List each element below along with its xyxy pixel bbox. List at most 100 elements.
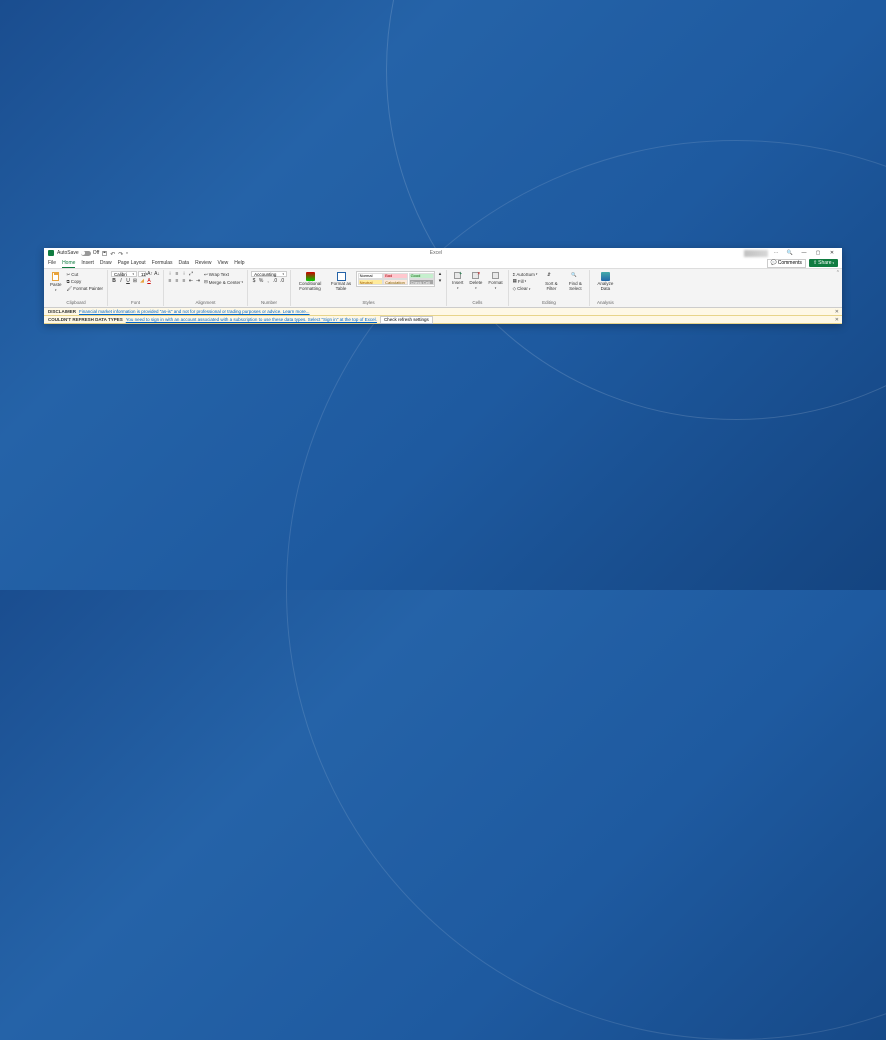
fill-button[interactable]: ▦Fill▾ bbox=[512, 278, 539, 285]
number-format-select[interactable]: Accounting▾ bbox=[251, 271, 287, 277]
autosave-toggle[interactable]: AutoSave Off bbox=[57, 250, 99, 256]
tab-home[interactable]: Home bbox=[62, 259, 75, 268]
increase-font-icon[interactable]: A↑ bbox=[147, 271, 153, 277]
redo-icon[interactable]: ↷ bbox=[118, 251, 123, 256]
align-right-icon[interactable]: ≡ bbox=[181, 278, 187, 284]
bold-button[interactable]: B bbox=[111, 278, 117, 284]
cell-styles-gallery[interactable]: Normal Bad Good Neutral Calculation Chec… bbox=[356, 271, 435, 287]
close-refresh-error-icon[interactable]: ✕ bbox=[835, 317, 839, 323]
titlebar: AutoSave Off ↶ ↷ ▾ Excel ⋯ 🔍 — ▢ ✕ bbox=[44, 248, 842, 258]
toggle-switch[interactable] bbox=[81, 251, 91, 256]
style-neutral[interactable]: Neutral bbox=[358, 279, 383, 285]
insert-icon bbox=[454, 272, 461, 279]
font-size-select[interactable]: 11▾ bbox=[138, 271, 146, 277]
merge-center-button[interactable]: ⊟Merge & Center▾ bbox=[203, 279, 244, 286]
autosave-state: Off bbox=[93, 250, 100, 256]
conditional-formatting-button[interactable]: Conditional Formatting bbox=[294, 271, 326, 292]
minimize-button[interactable]: — bbox=[798, 249, 810, 257]
border-button[interactable]: ⊞ bbox=[132, 278, 138, 284]
delete-cells-button[interactable]: Delete▾ bbox=[467, 271, 484, 291]
insert-cells-button[interactable]: Insert▾ bbox=[450, 271, 465, 291]
format-cells-button[interactable]: Format▾ bbox=[486, 271, 504, 291]
comments-button[interactable]: 💬 Comments bbox=[767, 259, 806, 268]
align-middle-icon[interactable]: ≡ bbox=[174, 271, 180, 277]
align-center-icon[interactable]: ≡ bbox=[174, 278, 180, 284]
brush-icon: 🖌 bbox=[67, 286, 73, 292]
sort-filter-button[interactable]: ⇵Sort & Filter bbox=[540, 271, 562, 292]
align-left-icon[interactable]: ≡ bbox=[167, 278, 173, 284]
tab-view[interactable]: View bbox=[218, 259, 229, 267]
check-refresh-settings-button[interactable]: Check refresh settings bbox=[380, 316, 433, 324]
indent-dec-icon[interactable]: ⇤ bbox=[188, 278, 194, 284]
table-icon bbox=[337, 272, 346, 281]
chevron-down-icon: ▾ bbox=[55, 288, 57, 292]
tab-insert[interactable]: Insert bbox=[81, 259, 94, 267]
group-label: Number bbox=[251, 300, 287, 305]
fill-color-button[interactable]: ◢ bbox=[139, 278, 145, 284]
group-number: Accounting▾ $ % , .0 .0 Number bbox=[248, 270, 291, 306]
maximize-button[interactable]: ▢ bbox=[812, 249, 824, 257]
copy-button[interactable]: ⧉Copy bbox=[66, 279, 104, 285]
tab-file[interactable]: File bbox=[48, 259, 56, 267]
paste-label: Paste bbox=[50, 282, 62, 287]
share-icon: ⇧ bbox=[813, 260, 817, 266]
group-label: Analysis bbox=[593, 300, 617, 305]
underline-button[interactable]: U bbox=[125, 278, 131, 284]
comma-icon[interactable]: , bbox=[265, 278, 271, 284]
search-icon[interactable]: 🔍 bbox=[784, 249, 796, 257]
align-top-icon[interactable]: ⁝ bbox=[167, 271, 173, 277]
share-button[interactable]: ⇧ Share ▾ bbox=[809, 259, 838, 267]
style-bad[interactable]: Bad bbox=[383, 273, 408, 279]
refresh-error-text[interactable]: You need to sign in with an account asso… bbox=[126, 317, 377, 322]
qat-dropdown-icon[interactable]: ▾ bbox=[126, 251, 128, 255]
font-color-button[interactable]: A bbox=[146, 278, 152, 284]
style-normal[interactable]: Normal bbox=[358, 273, 383, 279]
clear-button[interactable]: ◇Clear▾ bbox=[512, 285, 539, 292]
tab-page-layout[interactable]: Page Layout bbox=[118, 259, 146, 267]
orientation-icon[interactable]: ⤢ bbox=[188, 271, 194, 277]
excel-icon bbox=[48, 250, 54, 256]
tab-review[interactable]: Review bbox=[195, 259, 211, 267]
font-name-select[interactable]: Calibri▾ bbox=[111, 271, 137, 277]
format-painter-button[interactable]: 🖌Format Painter bbox=[66, 285, 104, 292]
wrap-text-button[interactable]: ↩Wrap Text bbox=[203, 271, 244, 278]
style-good[interactable]: Good bbox=[409, 273, 434, 279]
disclaimer-title: DISCLAIMER bbox=[48, 309, 76, 314]
close-disclaimer-icon[interactable]: ✕ bbox=[835, 309, 839, 315]
currency-icon[interactable]: $ bbox=[251, 278, 257, 284]
disclaimer-text[interactable]: Financial market information is provided… bbox=[79, 309, 310, 314]
save-icon[interactable] bbox=[102, 251, 107, 256]
cut-button[interactable]: ✂Cut bbox=[66, 271, 104, 278]
analyze-data-button[interactable]: Analyze Data bbox=[593, 271, 617, 292]
ribbon-options-icon[interactable]: ⋯ bbox=[770, 249, 782, 257]
styles-more-up-icon[interactable]: ▴ bbox=[437, 271, 443, 277]
analyze-icon bbox=[601, 272, 610, 281]
italic-button[interactable]: I bbox=[118, 278, 124, 284]
decrease-font-icon[interactable]: A↓ bbox=[154, 271, 160, 277]
find-select-button[interactable]: 🔍Find & Select bbox=[564, 271, 586, 292]
delete-icon bbox=[472, 272, 479, 279]
align-bottom-icon[interactable]: ⁝ bbox=[181, 271, 187, 277]
tab-data[interactable]: Data bbox=[179, 259, 190, 267]
collapse-ribbon-icon[interactable]: ⌃ bbox=[836, 270, 840, 276]
format-as-table-button[interactable]: Format as Table bbox=[328, 271, 354, 292]
close-button[interactable]: ✕ bbox=[826, 249, 838, 257]
comments-label: Comments bbox=[778, 260, 802, 266]
style-check-cell[interactable]: Check Cell bbox=[409, 279, 434, 285]
tab-draw[interactable]: Draw bbox=[100, 259, 112, 267]
increase-decimal-icon[interactable]: .0 bbox=[272, 278, 278, 284]
paste-button[interactable]: Paste ▾ bbox=[48, 271, 64, 293]
group-clipboard: Paste ▾ ✂Cut ⧉Copy 🖌Format Painter Clipb… bbox=[45, 270, 108, 306]
indent-inc-icon[interactable]: ⇥ bbox=[195, 278, 201, 284]
undo-icon[interactable]: ↶ bbox=[110, 251, 115, 256]
user-account[interactable] bbox=[744, 250, 768, 257]
percent-icon[interactable]: % bbox=[258, 278, 264, 284]
style-calculation[interactable]: Calculation bbox=[383, 279, 408, 285]
sort-icon: ⇵ bbox=[547, 272, 556, 281]
tab-formulas[interactable]: Formulas bbox=[152, 259, 173, 267]
refresh-error-bar: COULDN'T REFRESH DATA TYPES You need to … bbox=[44, 316, 842, 324]
tab-help[interactable]: Help bbox=[234, 259, 244, 267]
decrease-decimal-icon[interactable]: .0 bbox=[279, 278, 285, 284]
styles-more-down-icon[interactable]: ▾ bbox=[437, 278, 443, 284]
autosum-button[interactable]: ΣAutoSum▾ bbox=[512, 271, 539, 277]
